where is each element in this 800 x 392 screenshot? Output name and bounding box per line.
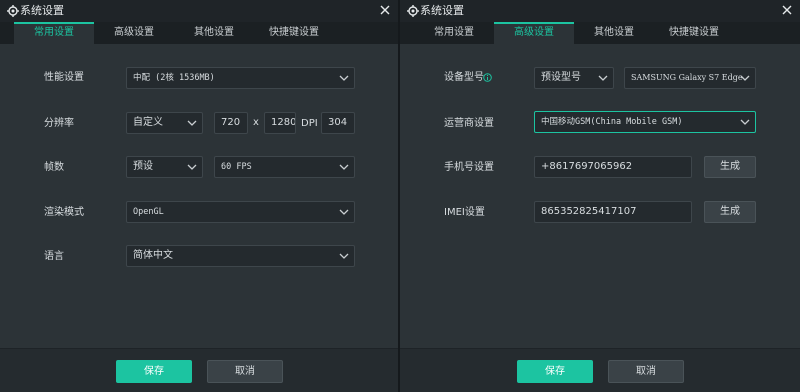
cancel-button[interactable]: 取消 [608, 360, 684, 383]
tab-shortcut-settings[interactable]: 快捷键设置 [654, 22, 734, 44]
phone-input[interactable]: +8617697065962 [534, 156, 692, 178]
info-icon[interactable] [483, 73, 492, 82]
chevron-down-icon [187, 119, 197, 127]
chevron-down-icon [339, 252, 349, 260]
window-title: 系统设置 [20, 4, 64, 17]
resolution-height-input[interactable]: 1280 [264, 112, 296, 134]
generate-phone-button[interactable]: 生成 [704, 156, 756, 178]
performance-value: 中配 (2核 1536MB) [133, 73, 215, 83]
tab-common-settings[interactable]: 常用设置 [14, 22, 94, 44]
title-bar: 系统设置 [400, 0, 800, 22]
cancel-button[interactable]: 取消 [207, 360, 283, 383]
generate-imei-button[interactable]: 生成 [704, 201, 756, 223]
footer [400, 348, 800, 392]
language-label: 语言 [44, 251, 64, 262]
resolution-separator: x [253, 117, 259, 128]
carrier-label: 运营商设置 [444, 118, 494, 129]
tab-advanced-settings[interactable]: 高级设置 [94, 22, 174, 44]
resolution-width-input[interactable]: 720 [214, 112, 248, 134]
device-model-value: SAMSUNG Galaxy S7 Edge [631, 73, 743, 82]
tab-other-settings[interactable]: 其他设置 [174, 22, 254, 44]
tab-other-settings[interactable]: 其他设置 [574, 22, 654, 44]
chevron-down-icon [339, 74, 349, 82]
render-mode-value: OpenGL [133, 207, 164, 217]
fps-value: 60 FPS [221, 162, 252, 172]
resolution-mode-value: 自定义 [133, 117, 163, 128]
save-button[interactable]: 保存 [116, 360, 192, 383]
footer [0, 348, 398, 392]
language-select[interactable]: 简体中文 [126, 245, 355, 267]
dpi-input[interactable]: 304 [321, 112, 355, 134]
chevron-down-icon [339, 208, 349, 216]
chevron-down-icon [598, 74, 608, 82]
title-bar: 系统设置 [0, 0, 398, 22]
tab-bar: 常用设置 高级设置 其他设置 快捷键设置 [0, 22, 398, 44]
phone-label: 手机号设置 [444, 162, 494, 173]
settings-window-left: 系统设置 常用设置 高级设置 其他设置 快捷键设置 性能设置 中配 (2核 15… [0, 0, 398, 392]
render-mode-label: 渲染模式 [44, 207, 84, 218]
close-icon[interactable] [780, 3, 794, 17]
fps-mode-value: 预设 [133, 161, 153, 172]
carrier-select[interactable]: 中国移动GSM(China Mobile GSM) [534, 111, 756, 133]
settings-content: 性能设置 中配 (2核 1536MB) 分辨率 自定义 720 x 1280 D… [0, 44, 398, 348]
resolution-mode-select[interactable]: 自定义 [126, 112, 203, 134]
tab-advanced-settings[interactable]: 高级设置 [494, 22, 574, 44]
tab-common-settings[interactable]: 常用设置 [414, 22, 494, 44]
device-mode-select[interactable]: 预设型号 [534, 67, 614, 89]
chevron-down-icon [339, 163, 349, 171]
settings-window-right: 系统设置 常用设置 高级设置 其他设置 快捷键设置 设备型号 预设型号 SAMS… [400, 0, 800, 392]
save-button[interactable]: 保存 [517, 360, 593, 383]
language-value: 简体中文 [133, 250, 173, 261]
fps-mode-select[interactable]: 预设 [126, 156, 203, 178]
chevron-down-icon [740, 74, 750, 82]
imei-input[interactable]: 865352825417107 [534, 201, 692, 223]
chevron-down-icon [740, 118, 750, 126]
gear-icon [6, 4, 20, 18]
imei-label: IMEI设置 [444, 207, 485, 218]
chevron-down-icon [187, 163, 197, 171]
device-mode-value: 预设型号 [541, 72, 581, 83]
device-model-label: 设备型号 [444, 72, 484, 83]
settings-content: 设备型号 预设型号 SAMSUNG Galaxy S7 Edge 运营商设置 中… [400, 44, 800, 348]
close-icon[interactable] [378, 3, 392, 17]
window-title: 系统设置 [420, 4, 464, 17]
performance-label: 性能设置 [44, 72, 84, 83]
device-model-select[interactable]: SAMSUNG Galaxy S7 Edge [624, 67, 756, 89]
tab-shortcut-settings[interactable]: 快捷键设置 [254, 22, 334, 44]
fps-label: 帧数 [44, 162, 64, 173]
gear-icon [406, 4, 420, 18]
dpi-label: DPI [301, 118, 318, 129]
performance-select[interactable]: 中配 (2核 1536MB) [126, 67, 355, 89]
carrier-value: 中国移动GSM(China Mobile GSM) [541, 117, 683, 127]
fps-select[interactable]: 60 FPS [214, 156, 355, 178]
resolution-label: 分辨率 [44, 118, 74, 129]
render-mode-select[interactable]: OpenGL [126, 201, 355, 223]
tab-bar: 常用设置 高级设置 其他设置 快捷键设置 [400, 22, 800, 44]
